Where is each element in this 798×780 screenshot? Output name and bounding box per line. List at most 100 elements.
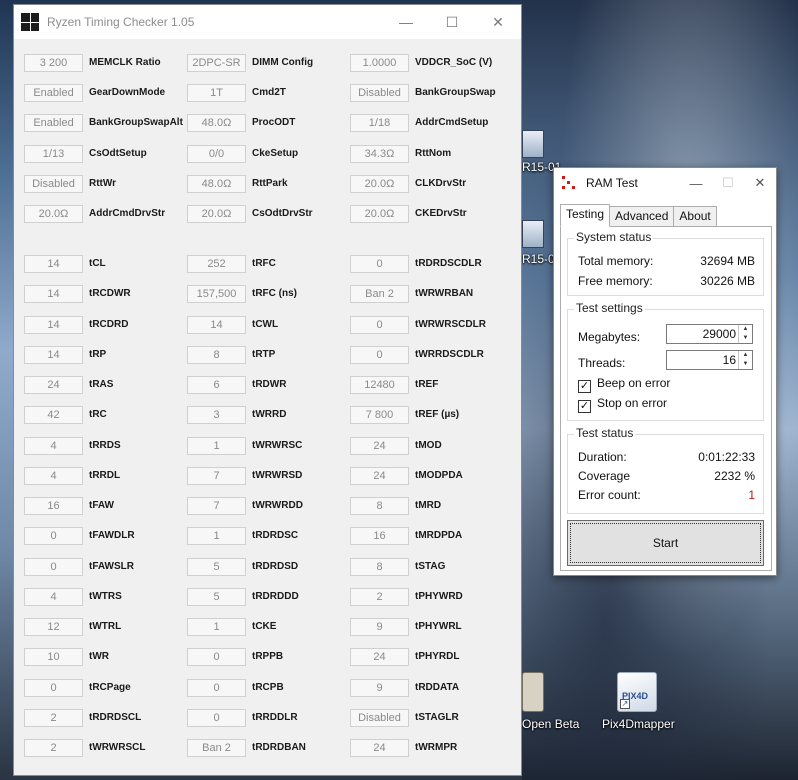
threads-stepper[interactable]: 16 ▲ ▼ xyxy=(666,350,753,370)
config-value-box[interactable]: Disabled xyxy=(24,174,83,193)
open-beta-label[interactable]: Open Beta xyxy=(522,717,579,731)
increment-arrow-icon[interactable]: ▲ xyxy=(739,325,752,334)
config-value-box[interactable]: 1/18 xyxy=(350,114,409,133)
tab-testing[interactable]: Testing xyxy=(560,204,611,227)
timings-value-box[interactable]: 5 xyxy=(187,587,246,606)
timings-value-box[interactable]: 4 xyxy=(24,466,83,485)
timings-value-box[interactable]: 3 xyxy=(187,406,246,425)
config-value-box[interactable]: 48.0Ω xyxy=(187,114,246,133)
config-value-box[interactable]: 1.0000 xyxy=(350,54,409,72)
timings-value-box[interactable]: 16 xyxy=(350,527,409,546)
timings-value-box[interactable]: 0 xyxy=(350,345,409,364)
config-value-box[interactable]: 1/13 xyxy=(24,144,83,163)
timings-value-box[interactable]: 16 xyxy=(24,497,83,515)
config-value-box[interactable]: 3 200 xyxy=(24,54,83,72)
decrement-arrow-icon[interactable]: ▼ xyxy=(739,360,752,369)
timings-value-box[interactable]: 1 xyxy=(187,527,246,546)
checkmark-icon[interactable]: ✓ xyxy=(578,380,591,393)
timings-value-box[interactable]: 0 xyxy=(24,678,83,697)
timings-value-box[interactable]: 0 xyxy=(187,648,246,667)
config-value-box[interactable]: 20.0Ω xyxy=(350,205,409,223)
timings-value-box[interactable]: 24 xyxy=(350,739,409,757)
timings-value-box[interactable]: 14 xyxy=(24,255,83,273)
timings-value-box[interactable]: 24 xyxy=(350,436,409,455)
checkmark-icon[interactable]: ✓ xyxy=(578,400,591,413)
timings-value-box[interactable]: 24 xyxy=(24,376,83,394)
timings-value-box[interactable]: 1 xyxy=(187,436,246,455)
close-button[interactable]: ✕ xyxy=(744,168,776,198)
timings-value-box[interactable]: 0 xyxy=(187,678,246,697)
timings-value-box[interactable]: Ban 2 xyxy=(350,285,409,304)
timings-value-box[interactable]: 0 xyxy=(24,527,83,546)
tab-about[interactable]: About xyxy=(673,206,717,227)
timings-value-box[interactable]: 4 xyxy=(24,436,83,455)
ryzen-titlebar[interactable]: Ryzen Timing Checker 1.05 — ☐ ✕ xyxy=(14,5,521,39)
timings-value-box[interactable]: 24 xyxy=(350,648,409,667)
timings-value-box[interactable]: 7 xyxy=(187,466,246,485)
timings-value-box[interactable]: 9 xyxy=(350,618,409,636)
desktop-shortcut-icon[interactable] xyxy=(522,220,544,248)
timings-value-box[interactable]: 24 xyxy=(350,466,409,485)
desktop-shortcut-label[interactable]: R15-0 xyxy=(522,252,555,266)
timings-value-box[interactable]: 157,500 xyxy=(187,285,246,304)
beep-on-error-checkbox[interactable]: ✓ Beep on error xyxy=(578,376,670,393)
timings-value-box[interactable]: 12 xyxy=(24,618,83,636)
timings-value-box[interactable]: 8 xyxy=(350,557,409,576)
config-value-box[interactable]: Disabled xyxy=(350,84,409,103)
duration-label: Duration: xyxy=(578,450,627,464)
timings-value-box[interactable]: 1 xyxy=(187,618,246,636)
desktop-shortcut-icon[interactable] xyxy=(522,130,544,158)
config-value-box[interactable]: 1T xyxy=(187,84,246,103)
timings-value-box[interactable]: 10 xyxy=(24,648,83,667)
timings-value-box[interactable]: 8 xyxy=(350,497,409,515)
ram-test-titlebar[interactable]: RAM Test — ☐ ✕ xyxy=(554,168,776,198)
config-value-box[interactable]: 20.0Ω xyxy=(350,174,409,193)
timings-value-box[interactable]: 6 xyxy=(187,376,246,394)
timings-value-box[interactable]: 0 xyxy=(350,255,409,273)
timings-value-box[interactable]: 42 xyxy=(24,406,83,425)
timings-value-box[interactable]: 252 xyxy=(187,255,246,273)
config-value-box[interactable]: Enabled xyxy=(24,114,83,133)
timings-value-box[interactable]: 14 xyxy=(24,345,83,364)
stop-on-error-checkbox[interactable]: ✓ Stop on error xyxy=(578,396,667,413)
config-value-box[interactable]: Enabled xyxy=(24,84,83,103)
threads-value[interactable]: 16 xyxy=(723,353,736,367)
open-beta-icon[interactable] xyxy=(522,672,544,712)
increment-arrow-icon[interactable]: ▲ xyxy=(739,351,752,360)
timings-value-box[interactable]: 2 xyxy=(24,708,83,727)
timings-value-box[interactable]: 5 xyxy=(187,557,246,576)
timings-value-box[interactable]: 0 xyxy=(350,315,409,334)
timings-value-box[interactable]: 2 xyxy=(24,739,83,757)
timings-value-box[interactable]: 8 xyxy=(187,345,246,364)
config-value-box[interactable]: 48.0Ω xyxy=(187,174,246,193)
config-value-box[interactable]: 20.0Ω xyxy=(187,205,246,223)
pix4d-label[interactable]: Pix4Dmapper xyxy=(602,717,675,731)
timings-value-box[interactable]: Ban 2 xyxy=(187,739,246,757)
timings-value-box[interactable]: 0 xyxy=(187,708,246,727)
timings-value-box[interactable]: 7 800 xyxy=(350,406,409,425)
megabytes-value[interactable]: 29000 xyxy=(703,327,736,341)
timings-value-box[interactable]: 14 xyxy=(187,315,246,334)
config-value-box[interactable]: 2DPC-SR xyxy=(187,54,246,72)
minimize-button[interactable]: — xyxy=(383,5,429,39)
decrement-arrow-icon[interactable]: ▼ xyxy=(739,334,752,343)
tab-advanced[interactable]: Advanced xyxy=(609,206,675,227)
maximize-button[interactable]: ☐ xyxy=(429,5,475,39)
timings-value-box[interactable]: 12480 xyxy=(350,376,409,394)
config-value-box[interactable]: 0/0 xyxy=(187,144,246,163)
timings-value-box[interactable]: 7 xyxy=(187,497,246,515)
timings-value-box[interactable]: 4 xyxy=(24,587,83,606)
timings-value-box[interactable]: 14 xyxy=(24,285,83,304)
timings-value-box[interactable]: 2 xyxy=(350,587,409,606)
timings-value-box[interactable]: 14 xyxy=(24,315,83,334)
config-value-box[interactable]: 34.3Ω xyxy=(350,144,409,163)
pix4d-icon[interactable]: PIX4D ↗ xyxy=(617,672,657,712)
minimize-button[interactable]: — xyxy=(680,168,712,198)
megabytes-stepper[interactable]: 29000 ▲ ▼ xyxy=(666,324,753,344)
start-button[interactable]: Start xyxy=(567,520,764,566)
config-value-box[interactable]: 20.0Ω xyxy=(24,205,83,223)
close-button[interactable]: ✕ xyxy=(475,5,521,39)
timings-value-box[interactable]: 0 xyxy=(24,557,83,576)
timings-value-box[interactable]: Disabled xyxy=(350,708,409,727)
timings-value-box[interactable]: 9 xyxy=(350,678,409,697)
